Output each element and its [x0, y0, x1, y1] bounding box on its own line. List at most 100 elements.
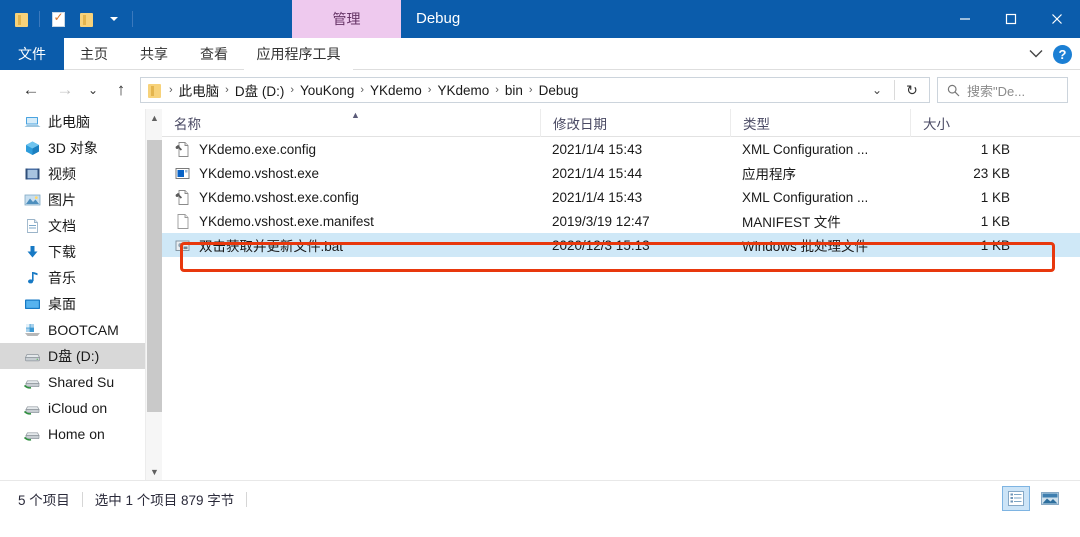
ribbon-collapse-button[interactable]	[1029, 45, 1043, 63]
status-text-group: 5 个项目 选中 1 个项目 879 字节	[18, 489, 259, 509]
ribbon-tabs: 文件 主页 共享 查看 应用程序工具	[0, 38, 353, 70]
column-header-date[interactable]: 修改日期	[540, 108, 730, 137]
recent-locations-button[interactable]: ⌄	[82, 71, 104, 109]
breadcrumb-item-4[interactable]: YKdemo	[435, 83, 491, 98]
search-input[interactable]: 搜索"De...	[967, 81, 1025, 100]
table-row[interactable]: YKdemo.vshost.exe 2021/1/4 15:44 应用程序 23…	[162, 161, 1080, 185]
tab-home[interactable]: 主页	[64, 38, 124, 70]
title-bar: 管理 Debug	[0, 0, 1080, 38]
ribbon-right-controls: ?	[1029, 38, 1072, 70]
qat-customize-button[interactable]	[101, 4, 127, 34]
qat-divider-2	[132, 11, 133, 27]
details-view-button[interactable]	[1002, 486, 1030, 511]
file-size: 1 KB	[980, 189, 1010, 205]
search-box[interactable]: 搜索"De...	[937, 77, 1068, 103]
file-list-pane: ▲ 名称 修改日期 类型 大小 YKdemo.exe.config 2021/1…	[162, 108, 1080, 480]
large-icons-view-button[interactable]	[1036, 486, 1064, 511]
videos-icon	[24, 166, 41, 182]
item-count: 5 个项目	[18, 493, 70, 508]
hdd-icon	[24, 348, 41, 364]
column-header-size[interactable]: 大小	[910, 108, 1030, 137]
sidebar-item-label: Shared Su	[48, 374, 115, 390]
sidebar-item-desktop[interactable]: 桌面	[0, 291, 145, 317]
column-header-name[interactable]: ▲ 名称	[162, 109, 540, 137]
sidebar-item-label: D盘 (D:)	[48, 348, 100, 364]
column-headers: ▲ 名称 修改日期 类型 大小	[162, 108, 1080, 137]
sidebar-item-label: Home on	[48, 426, 105, 442]
selection-info: 选中 1 个项目 879 字节	[94, 493, 235, 508]
refresh-icon[interactable]: ↻	[895, 78, 929, 102]
minimize-button[interactable]	[942, 0, 988, 38]
tab-share[interactable]: 共享	[124, 38, 184, 70]
file-type: MANIFEST 文件	[742, 215, 841, 230]
sidebar-item-bootcamp[interactable]: BOOTCAM	[0, 317, 145, 343]
tab-application-tools[interactable]: 应用程序工具	[244, 38, 353, 70]
sidebar-item-home-on[interactable]: Home on	[0, 421, 145, 447]
qat-properties-icon[interactable]	[45, 4, 71, 34]
sidebar-item-downloads[interactable]: 下载	[0, 239, 145, 265]
breadcrumb-item-3[interactable]: YKdemo	[368, 83, 424, 98]
search-icon	[947, 84, 960, 96]
sidebar-item-3d-objects[interactable]: 3D 对象	[0, 135, 145, 161]
large-icons-view-icon	[1041, 492, 1059, 505]
breadcrumb-item-5[interactable]: bin	[503, 83, 525, 98]
sidebar-item-d-drive[interactable]: D盘 (D:)	[0, 343, 145, 369]
contextual-tab-manage[interactable]: 管理	[292, 0, 401, 38]
file-name-cell: YKdemo.vshost.exe.config	[162, 189, 540, 206]
address-bar: ← → ⌄ ↑ › 此电脑 › D盘 (D:) › YouKong › YKde…	[0, 71, 1080, 109]
file-date: 2020/12/3 15:13	[552, 237, 650, 253]
qat-new-folder-icon[interactable]	[73, 4, 99, 34]
sidebar-item-label: 文档	[48, 218, 76, 234]
sidebar-item-music[interactable]: 音乐	[0, 265, 145, 291]
up-button[interactable]: ↑	[104, 71, 138, 109]
navigation-pane-scrollbar[interactable]: ▲ ▼	[145, 109, 162, 480]
breadcrumb-sep: ›	[290, 84, 295, 96]
details-view-icon	[1008, 491, 1024, 506]
forward-button: →	[56, 80, 74, 99]
help-icon[interactable]: ?	[1053, 44, 1072, 64]
file-name-cell: YKdemo.vshost.exe	[162, 165, 540, 182]
sidebar-item-pictures[interactable]: 图片	[0, 187, 145, 213]
scrollbar-thumb[interactable]	[147, 140, 162, 412]
breadcrumb-item-0[interactable]: 此电脑	[177, 80, 222, 100]
table-row[interactable]: YKdemo.vshost.exe.config 2021/1/4 15:43 …	[162, 185, 1080, 209]
sidebar-item-videos[interactable]: 视频	[0, 161, 145, 187]
breadcrumb-sep: ›	[169, 84, 173, 96]
navigation-buttons: ← → ⌄ ↑	[14, 71, 138, 109]
table-row[interactable]: YKdemo.exe.config 2021/1/4 15:43 XML Con…	[162, 137, 1080, 161]
network-drive-icon	[23, 426, 41, 442]
breadcrumb: › 此电脑 › D盘 (D:) › YouKong › YKdemo › YKd…	[165, 80, 860, 100]
computer-icon	[24, 114, 41, 130]
breadcrumb-sep: ›	[427, 84, 432, 96]
sidebar-item-documents[interactable]: 文档	[0, 213, 145, 239]
breadcrumb-bar[interactable]: › 此电脑 › D盘 (D:) › YouKong › YKdemo › YKd…	[140, 77, 930, 103]
table-row[interactable]: YKdemo.vshost.exe.manifest 2019/3/19 12:…	[162, 209, 1080, 233]
file-name: YKdemo.vshost.exe.config	[199, 189, 359, 205]
file-name-cell: YKdemo.vshost.exe.manifest	[162, 213, 540, 230]
qat-folder-icon[interactable]	[8, 4, 34, 34]
file-size: 23 KB	[973, 165, 1010, 181]
breadcrumb-item-1[interactable]: D盘 (D:)	[233, 80, 287, 100]
pictures-icon	[24, 192, 41, 208]
close-button[interactable]	[1034, 0, 1080, 38]
breadcrumb-item-6[interactable]: Debug	[537, 83, 581, 98]
sidebar-item-label: 桌面	[48, 296, 76, 312]
sidebar-item-this-pc[interactable]: 此电脑	[0, 109, 145, 135]
tab-view[interactable]: 查看	[184, 38, 244, 70]
sidebar-item-label: 下载	[48, 244, 76, 260]
tab-file[interactable]: 文件	[0, 38, 64, 70]
file-name: 双击获取并更新文件.bat	[199, 239, 344, 254]
scroll-up-icon[interactable]: ▲	[146, 109, 163, 126]
scroll-down-icon[interactable]: ▼	[146, 463, 163, 480]
breadcrumb-item-2[interactable]: YouKong	[298, 83, 356, 98]
file-name: YKdemo.exe.config	[199, 141, 317, 157]
maximize-button[interactable]	[988, 0, 1034, 38]
sidebar-item-icloud-on[interactable]: iCloud on	[0, 395, 145, 421]
sidebar-item-shared-su[interactable]: Shared Su	[0, 369, 145, 395]
column-header-type[interactable]: 类型	[730, 108, 910, 137]
breadcrumb-dropdown-button[interactable]: ⌄	[860, 78, 894, 102]
sidebar-item-label: 视频	[48, 166, 76, 182]
table-row[interactable]: 双击获取并更新文件.bat 2020/12/3 15:13 Windows 批处…	[162, 233, 1080, 257]
column-header-label: 类型	[743, 116, 770, 132]
back-button[interactable]: ←	[14, 71, 48, 109]
